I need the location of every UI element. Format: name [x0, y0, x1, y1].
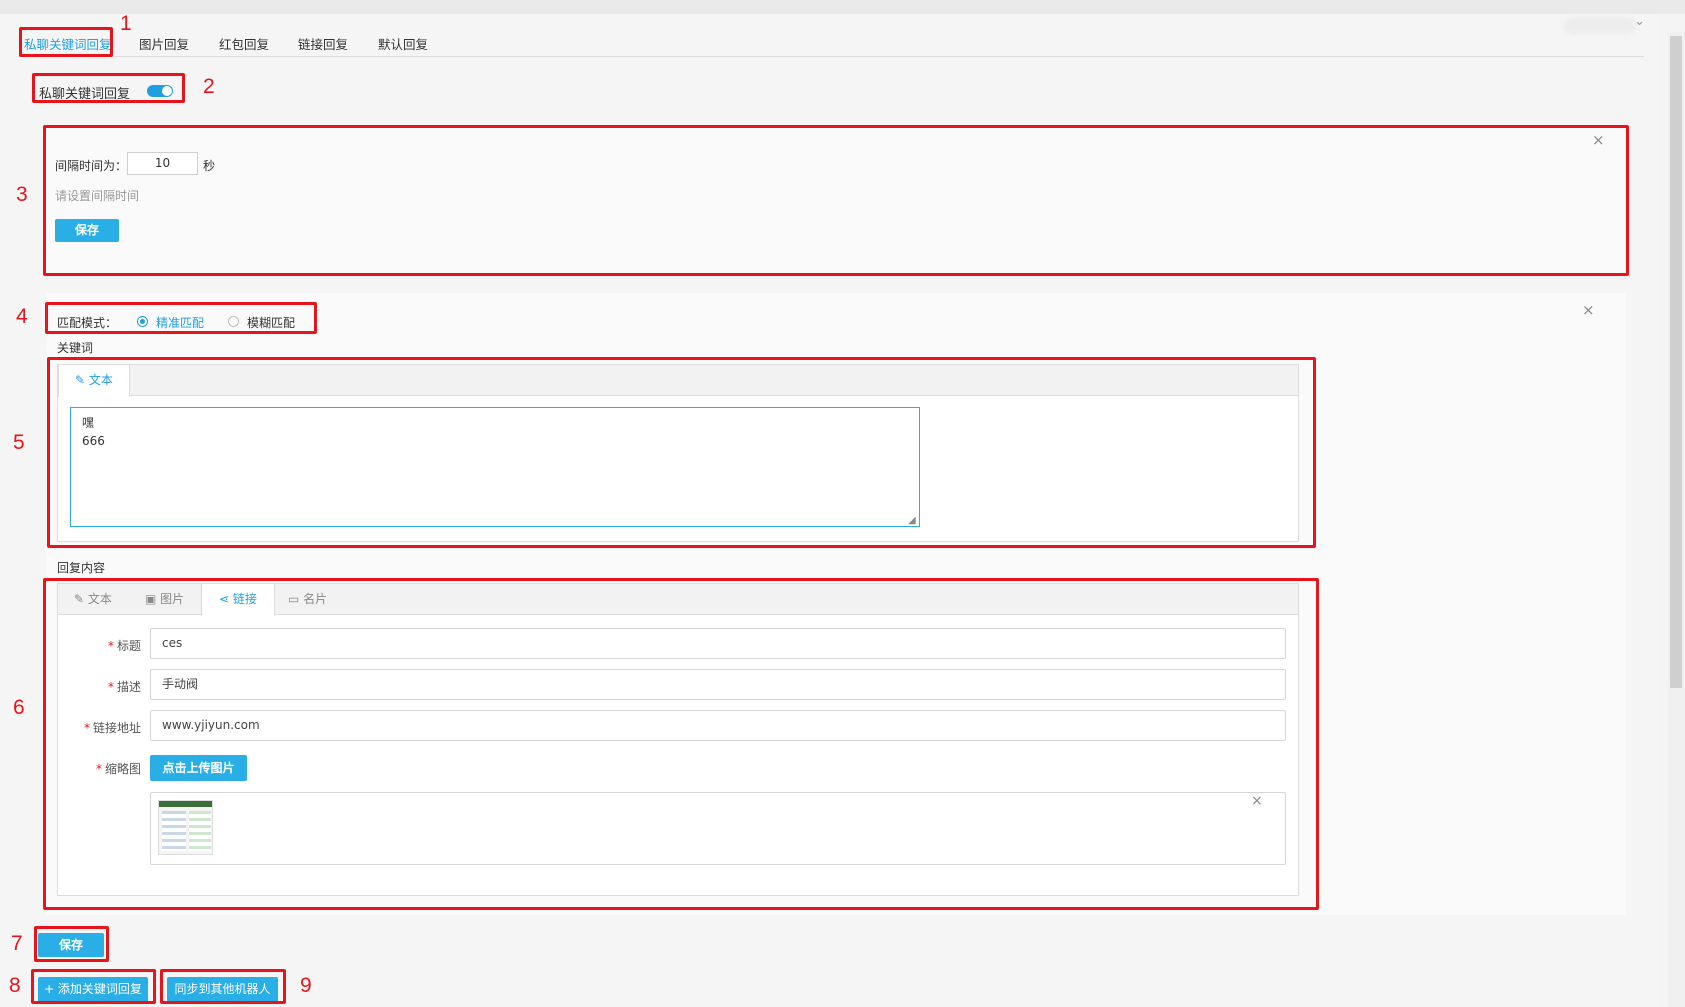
close-icon[interactable]: ×: [1582, 303, 1595, 318]
annotation-box-1: [19, 27, 113, 57]
annotation-number-4: 4: [16, 305, 28, 328]
tab-red-packet-reply[interactable]: 红包回复: [219, 34, 269, 53]
annotation-number-7: 7: [11, 932, 23, 955]
tab-link-reply[interactable]: 链接回复: [298, 34, 348, 53]
tab-default-reply[interactable]: 默认回复: [378, 34, 428, 53]
annotation-number-9: 9: [300, 974, 312, 997]
annotation-box-2: [32, 73, 185, 103]
annotation-number-8: 8: [9, 974, 21, 997]
tab-image-reply[interactable]: 图片回复: [139, 34, 189, 53]
reply-section-label: 回复内容: [57, 561, 106, 575]
annotation-box-3: [43, 125, 1629, 276]
annotation-box-7: [34, 926, 109, 962]
annotation-box-5: [47, 357, 1316, 548]
annotation-box-8: [31, 969, 156, 1004]
scrollbar-thumb[interactable]: [1670, 36, 1682, 688]
chevron-down-icon[interactable]: ⌄: [1634, 14, 1645, 29]
annotation-number-5: 5: [13, 431, 25, 454]
annotation-number-6: 6: [13, 696, 25, 719]
keyword-section-label: 关键词: [57, 341, 94, 355]
annotation-number-1: 1: [120, 12, 132, 35]
tabs-divider: [20, 56, 1644, 57]
top-strip: [0, 0, 1685, 14]
annotation-number-3: 3: [16, 183, 28, 206]
annotation-box-4: [45, 302, 317, 334]
user-menu[interactable]: [1564, 18, 1636, 34]
annotation-box-9: [160, 969, 286, 1004]
annotation-number-2: 2: [203, 75, 215, 98]
annotation-box-6: [43, 578, 1319, 910]
